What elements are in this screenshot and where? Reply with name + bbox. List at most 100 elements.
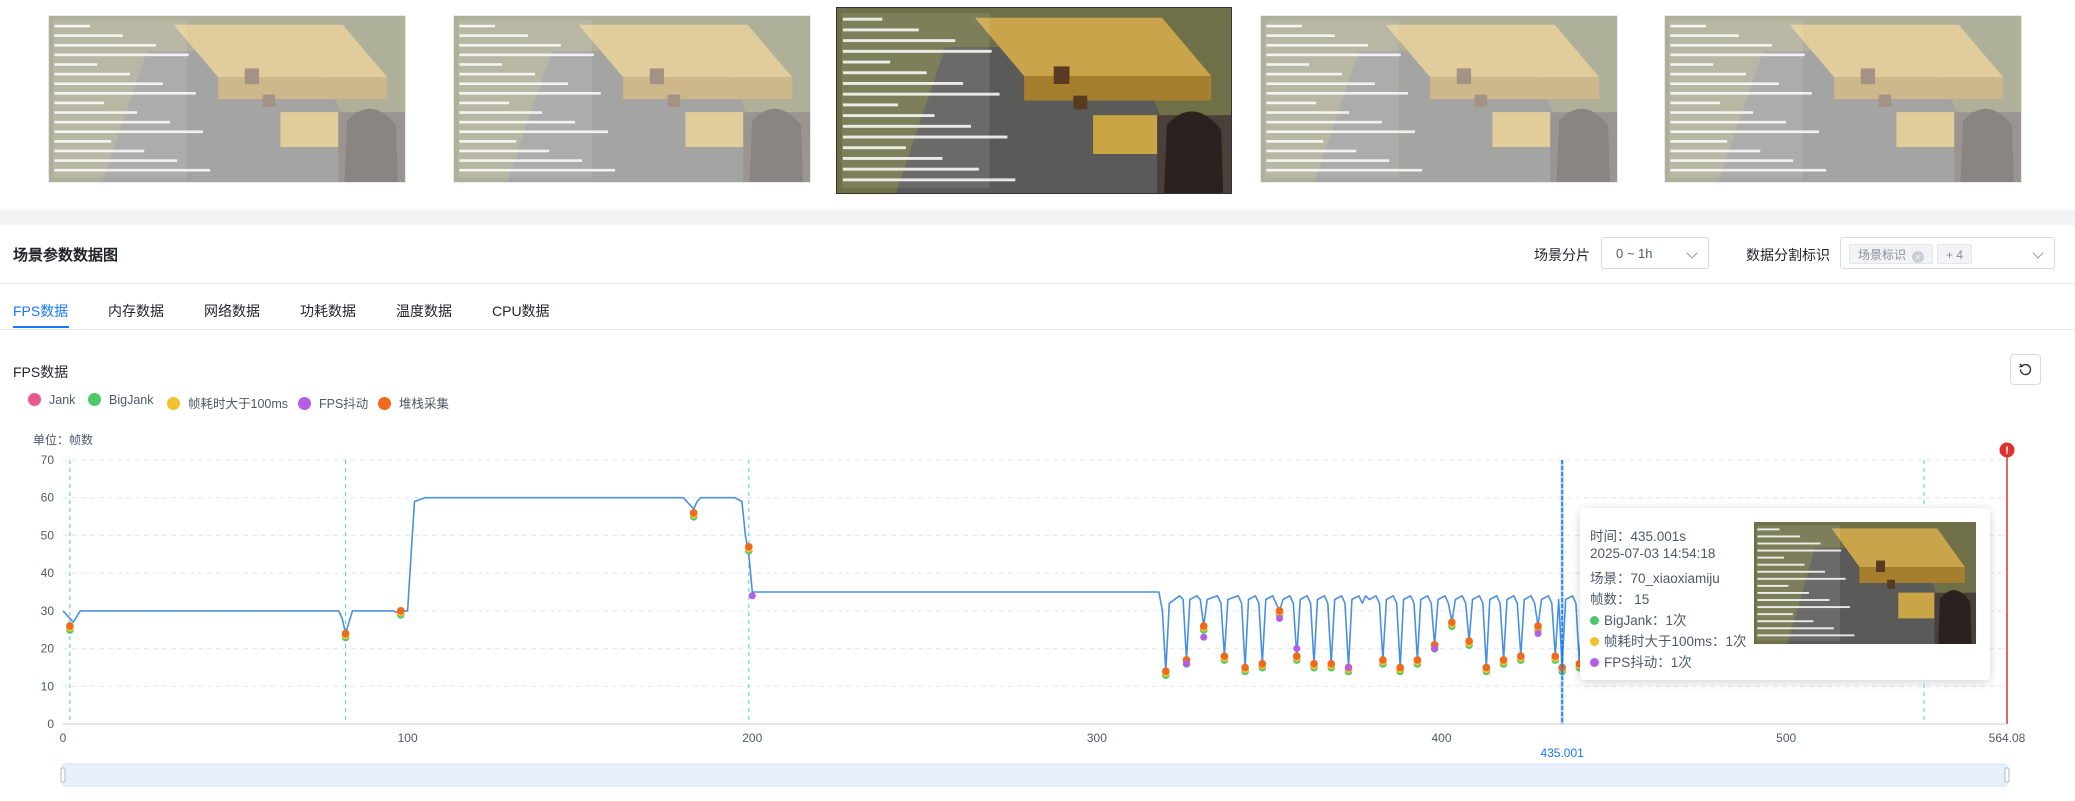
legend-item-stack[interactable]: 堆栈采集 xyxy=(378,393,450,411)
game-scene-image xyxy=(1754,522,1976,644)
screenshot-thumbnail[interactable] xyxy=(1664,15,2022,183)
screenshot-thumbnail[interactable] xyxy=(453,15,811,183)
legend-dot xyxy=(28,393,41,406)
event-marker xyxy=(745,542,753,555)
data-split-select[interactable]: 场景标识 × + 4 xyxy=(1840,237,2055,269)
stack-dot xyxy=(1199,622,1208,630)
tab-power[interactable]: 功耗数据 xyxy=(300,301,356,321)
screenshot-thumbnail-selected[interactable] xyxy=(836,7,1232,194)
event-marker xyxy=(1258,659,1267,672)
x-tick-label: 500 xyxy=(1776,731,1796,745)
event-marker xyxy=(1220,652,1229,664)
game-scene-image xyxy=(1261,16,1617,182)
stack-dot xyxy=(1516,652,1525,660)
stack-dot xyxy=(1292,652,1301,660)
screenshot-strip xyxy=(0,0,2075,210)
legend-item-over100ms[interactable]: 帧耗时大于100ms xyxy=(167,393,288,411)
stack-dot xyxy=(1258,659,1267,668)
legend-dot xyxy=(378,397,391,410)
fps-jitter-dot xyxy=(1200,633,1208,641)
stack-dot xyxy=(1220,652,1229,660)
alert-icon-glyph: ! xyxy=(2005,445,2009,457)
event-marker xyxy=(1465,637,1473,649)
screenshot-thumbnail[interactable] xyxy=(48,15,406,183)
tab-cpu[interactable]: CPU数据 xyxy=(492,301,550,321)
legend-item-bigjank[interactable]: BigJank xyxy=(88,393,153,409)
legend-label: 堆栈采集 xyxy=(399,397,450,411)
game-scene-image xyxy=(454,16,810,182)
tooltip-over100-text: 帧耗时大于100ms：1次 xyxy=(1604,634,1747,649)
tooltip-jitter-text: FPS抖动：1次 xyxy=(1604,655,1692,670)
zoom-handle-right xyxy=(2004,767,2010,783)
series-layer xyxy=(62,496,1591,672)
tooltip-scene: 场景：70_xiaoxiamiju xyxy=(1590,571,1720,586)
stack-dot xyxy=(745,542,753,551)
event-marker xyxy=(66,622,74,634)
tooltip-datetime: 2025-07-03 14:54:18 xyxy=(1590,546,1716,561)
tab-network[interactable]: 网络数据 xyxy=(204,301,260,321)
tooltip-jitter: FPS抖动：1次 xyxy=(1590,651,1692,671)
fps-jitter-dot xyxy=(1431,645,1439,653)
stack-dot xyxy=(66,622,74,630)
y-tick-label: 60 xyxy=(41,491,55,505)
section-divider xyxy=(0,210,2075,225)
event-marker xyxy=(689,509,698,521)
tab-temperature[interactable]: 温度数据 xyxy=(396,301,452,321)
fps-jitter-dot xyxy=(1293,645,1301,653)
event-marker xyxy=(1448,618,1456,630)
event-marker xyxy=(1396,663,1404,676)
event-marker xyxy=(1551,652,1560,664)
stack-dot xyxy=(1310,659,1318,668)
zoom-track xyxy=(62,763,2008,787)
data-tabs: FPS数据 内存数据 网络数据 功耗数据 温度数据 CPU数据 xyxy=(0,283,2075,330)
chart-title: FPS数据 xyxy=(13,364,69,380)
data-split-more-label: + 4 xyxy=(1946,248,1964,262)
x-tick-label: 200 xyxy=(742,731,762,745)
tooltip-fps: 帧数： 15 xyxy=(1590,592,1650,607)
legend-item-jank[interactable]: Jank xyxy=(28,393,75,409)
game-scene-image xyxy=(1665,16,2021,182)
legend-item-fps-jitter[interactable]: FPS抖动 xyxy=(298,393,369,411)
zoom-slider xyxy=(60,763,2010,787)
y-tick-label: 10 xyxy=(41,679,55,693)
data-split-tag-label: 场景标识 xyxy=(1858,248,1907,262)
stack-dot xyxy=(396,607,405,615)
event-marker xyxy=(1327,659,1336,672)
stack-dot xyxy=(1551,652,1560,660)
y-tick-label: 20 xyxy=(41,642,55,656)
fps-jitter-dot xyxy=(1276,614,1284,622)
event-marker xyxy=(1413,656,1422,668)
stack-dot xyxy=(1413,656,1422,664)
legend-label: FPS抖动 xyxy=(319,397,369,411)
stack-dot xyxy=(341,629,350,638)
fps-jitter-dot xyxy=(1183,660,1191,668)
x-tick-label: 564.08 xyxy=(1989,731,2026,745)
legend-label: Jank xyxy=(49,393,76,407)
game-scene-image xyxy=(837,8,1231,193)
tooltip-screenshot xyxy=(1754,522,1976,644)
tooltip-time: 时间：435.001s xyxy=(1590,529,1687,544)
chevron-down-icon xyxy=(2032,247,2044,259)
x-tick-label: 100 xyxy=(398,731,418,745)
event-marker xyxy=(396,607,405,619)
tab-fps[interactable]: FPS数据 xyxy=(13,301,68,321)
fps-series-line xyxy=(62,496,1591,672)
y-tick-label: 70 xyxy=(41,453,55,467)
legend-dot xyxy=(88,393,101,406)
over100-dot xyxy=(1590,637,1599,646)
y-tick-label: 40 xyxy=(41,566,55,580)
tab-memory[interactable]: 内存数据 xyxy=(108,301,164,321)
refresh-icon xyxy=(2019,363,2032,376)
data-split-more: + 4 xyxy=(1937,244,1973,264)
chart-tooltip: 时间：435.001s 2025-07-03 14:54:18 场景：70_xi… xyxy=(1580,508,1990,680)
event-marker-layer xyxy=(66,509,1584,679)
chart-header: 场景参数数据图 场景分片 0 ~ 1h 数据分割标识 场景标识 × + 4 xyxy=(0,225,2075,284)
tooltip-bigjank-text: BigJank：1次 xyxy=(1604,613,1687,628)
event-marker xyxy=(1199,622,1208,634)
reset-zoom-button[interactable] xyxy=(2010,354,2041,385)
screenshot-thumbnail[interactable] xyxy=(1260,15,1618,183)
stack-dot xyxy=(1327,659,1336,668)
scene-split-select[interactable]: 0 ~ 1h xyxy=(1601,237,1709,269)
legend-label: BigJank xyxy=(109,393,154,407)
close-icon[interactable]: × xyxy=(1912,251,1925,263)
